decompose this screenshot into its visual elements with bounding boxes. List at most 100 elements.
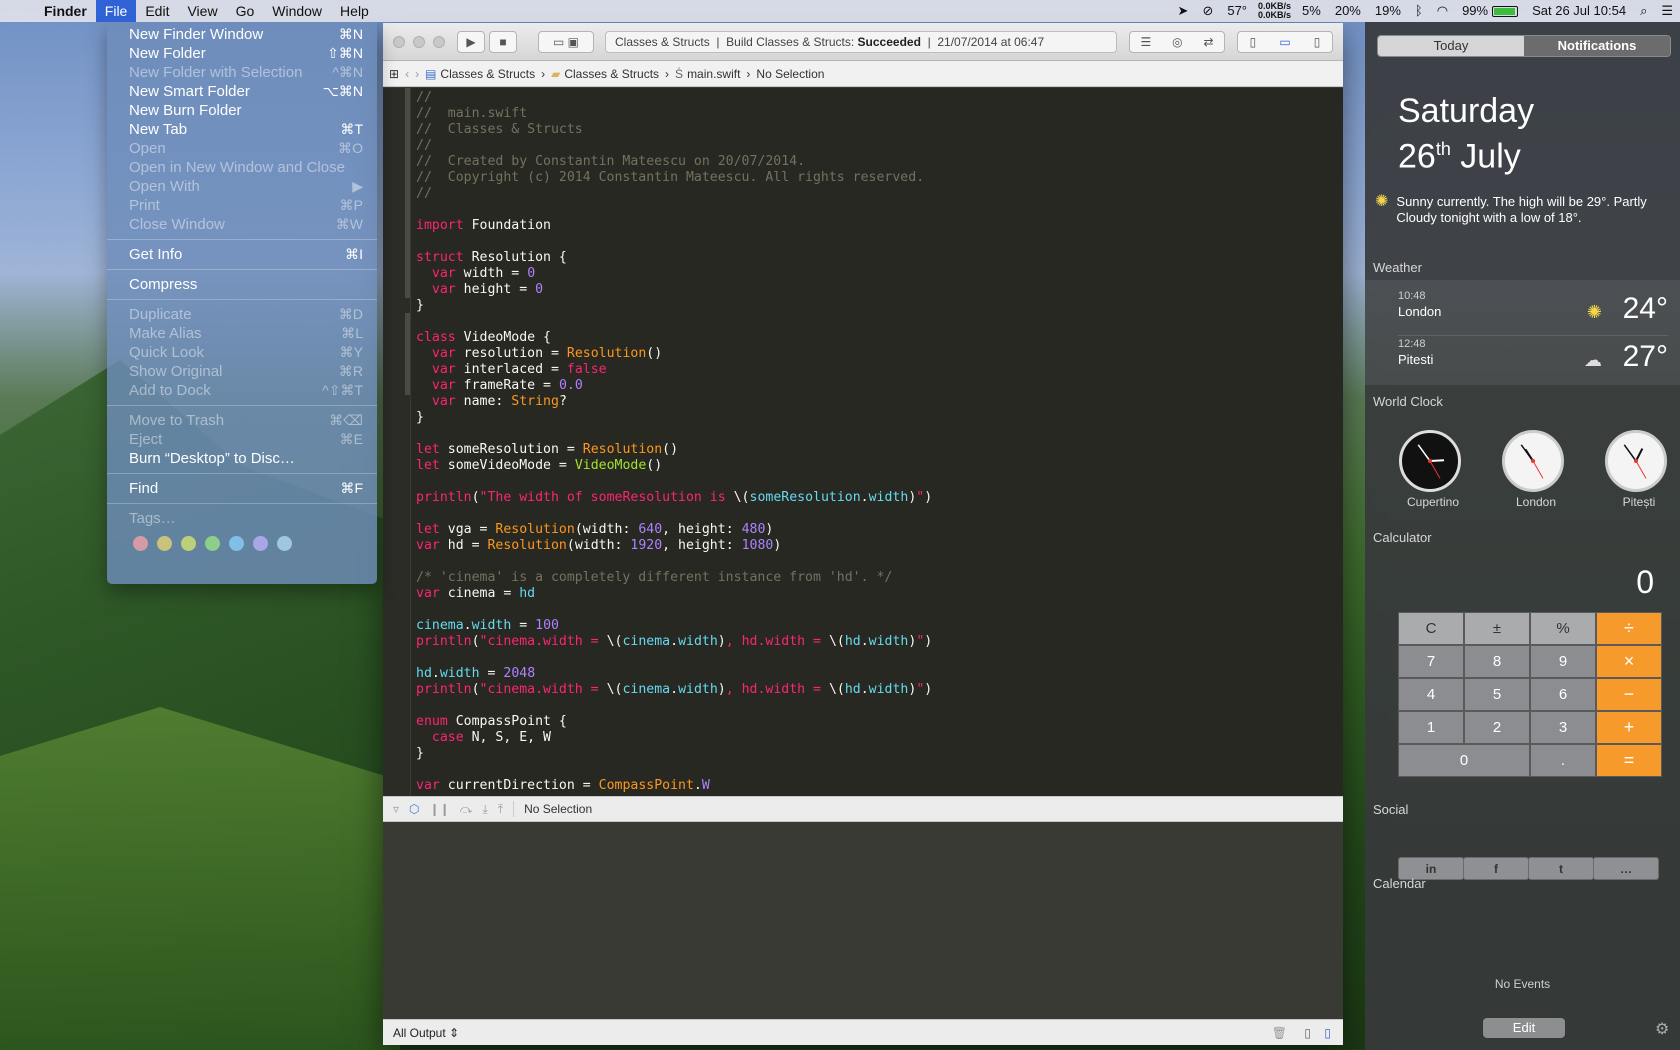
breadcrumb-symbol[interactable]: No Selection: [756, 67, 824, 81]
menu-edit[interactable]: Edit: [136, 0, 178, 22]
menu-go[interactable]: Go: [227, 0, 264, 22]
tag-color-dot[interactable]: [181, 536, 196, 551]
menu-item[interactable]: New Burn Folder: [107, 101, 377, 120]
calc-key-seven[interactable]: 7: [1398, 645, 1464, 678]
code-text[interactable]: // // main.swift // Classes & Structs //…: [416, 90, 932, 794]
facebook-icon[interactable]: f: [1463, 857, 1529, 880]
menu-item[interactable]: New Folder with Selection ^⌘N: [107, 63, 377, 82]
standard-editor-icon[interactable]: ☰: [1140, 35, 1151, 49]
breadcrumb-file[interactable]: Ṡmain.swift: [675, 67, 740, 81]
related-items-icon[interactable]: ⊞: [389, 67, 399, 81]
code-fold-ribbon[interactable]: [405, 313, 410, 395]
calc-key-plus-minus[interactable]: ±: [1464, 612, 1530, 645]
network-readout[interactable]: 0.0KB/s 0.0KB/s: [1254, 2, 1295, 20]
calc-key-six[interactable]: 6: [1530, 678, 1596, 711]
edit-widgets-button[interactable]: Edit: [1483, 1018, 1565, 1038]
output-filter-select[interactable]: All Output ⇕: [393, 1026, 459, 1040]
trash-icon[interactable]: 🗑: [1272, 1026, 1287, 1040]
menu-item-tags[interactable]: Tags…: [107, 509, 377, 528]
calc-key-nine[interactable]: 9: [1530, 645, 1596, 678]
source-editor[interactable]: // // main.swift // Classes & Structs //…: [383, 88, 1343, 796]
menu-item[interactable]: Move to Trash ⌘⌫: [107, 411, 377, 430]
gear-icon[interactable]: ⚙: [1655, 1019, 1669, 1039]
view-control[interactable]: ▯ ▭ ▯: [1237, 31, 1333, 53]
notification-center-icon[interactable]: ☰: [1654, 0, 1680, 22]
messages-icon[interactable]: …: [1593, 857, 1659, 880]
menu-item[interactable]: Burn “Desktop” to Disc…: [107, 449, 377, 468]
calc-key-eight[interactable]: 8: [1464, 645, 1530, 678]
tag-color-dot[interactable]: [133, 536, 148, 551]
menu-item[interactable]: Open With ▶: [107, 177, 377, 196]
battery-readout[interactable]: 99%: [1455, 0, 1525, 22]
calc-key-divide[interactable]: ÷: [1596, 612, 1662, 645]
weather-row-london[interactable]: 10:48 London ✺ 24°: [1398, 290, 1668, 336]
menu-item[interactable]: Close Window ⌘W: [107, 215, 377, 234]
console-output[interactable]: [383, 822, 1343, 1019]
menu-app-finder[interactable]: Finder: [40, 0, 96, 22]
menu-item[interactable]: Duplicate ⌘D: [107, 305, 377, 324]
calc-key-equals[interactable]: =: [1596, 744, 1662, 777]
menu-window[interactable]: Window: [263, 0, 331, 22]
calc-key-plus[interactable]: +: [1596, 711, 1662, 744]
breadcrumb-folder[interactable]: ▰ Classes & Structs: [551, 67, 659, 81]
step-out-icon[interactable]: ⤒: [498, 802, 503, 817]
calc-key-decimal[interactable]: .: [1530, 744, 1596, 777]
code-fold-ribbon[interactable]: [405, 88, 410, 298]
step-in-icon[interactable]: ⤓: [482, 802, 487, 817]
weather-row-pitesti[interactable]: 12:48 Pitesti ☁ 27°: [1398, 338, 1668, 384]
menu-item-find[interactable]: Find ⌘F: [107, 479, 377, 498]
scheme-selector[interactable]: ▭ ▣: [538, 31, 594, 53]
calc-key-percent[interactable]: %: [1530, 612, 1596, 645]
minimize-window-button[interactable]: [413, 35, 425, 48]
menu-item[interactable]: New Finder Window ⌘N: [107, 25, 377, 44]
location-icon[interactable]: ➤: [1171, 0, 1196, 22]
timemachine-icon[interactable]: ⊘: [1195, 0, 1220, 22]
twitter-icon[interactable]: t: [1528, 857, 1594, 880]
calc-key-five[interactable]: 5: [1464, 678, 1530, 711]
analog-clock[interactable]: [1502, 430, 1564, 492]
calc-key-one[interactable]: 1: [1398, 711, 1464, 744]
disk-readout[interactable]: 19%: [1368, 0, 1408, 22]
tag-color-dot[interactable]: [229, 536, 244, 551]
forward-arrow-icon[interactable]: ›: [415, 67, 419, 81]
bluetooth-icon[interactable]: ᛒ: [1408, 0, 1430, 22]
calc-key-zero[interactable]: 0: [1398, 744, 1530, 777]
tag-color-dot[interactable]: [277, 536, 292, 551]
menu-file[interactable]: File: [95, 0, 137, 22]
menu-item[interactable]: Eject ⌘E: [107, 430, 377, 449]
console-view-toggle-icon[interactable]: ▯: [1324, 1026, 1331, 1040]
zoom-window-button[interactable]: [433, 35, 445, 48]
breadcrumb-project[interactable]: ▤ Classes & Structs: [425, 67, 535, 81]
tag-color-dot[interactable]: [157, 536, 172, 551]
spotlight-icon[interactable]: ⌕: [1633, 0, 1654, 22]
calc-key-two[interactable]: 2: [1464, 711, 1530, 744]
calc-key-minus[interactable]: −: [1596, 678, 1662, 711]
run-button[interactable]: ▶: [457, 31, 485, 53]
editor-gutter[interactable]: [383, 88, 411, 796]
version-editor-icon[interactable]: ⇄: [1203, 35, 1213, 49]
close-window-button[interactable]: [393, 35, 405, 48]
menu-item[interactable]: Quick Look ⌘Y: [107, 343, 377, 362]
calc-key-clear[interactable]: C: [1398, 612, 1464, 645]
breakpoints-icon[interactable]: ⬡: [409, 802, 419, 816]
hide-debug-area-icon[interactable]: ▿: [393, 802, 399, 816]
variables-view-toggle-icon[interactable]: ▯: [1304, 1026, 1311, 1040]
calc-key-four[interactable]: 4: [1398, 678, 1464, 711]
menu-item-compress[interactable]: Compress: [107, 275, 377, 294]
tab-today[interactable]: Today: [1378, 36, 1524, 56]
stop-button[interactable]: ■: [489, 31, 517, 53]
menu-item[interactable]: New Smart Folder ⌥⌘N: [107, 82, 377, 101]
editor-mode-control[interactable]: ☰ ◎ ⇄: [1129, 31, 1225, 53]
calc-key-multiply[interactable]: ×: [1596, 645, 1662, 678]
menu-item[interactable]: Print ⌘P: [107, 196, 377, 215]
step-over-icon[interactable]: ⤼: [460, 802, 473, 817]
tag-color-dot[interactable]: [205, 536, 220, 551]
clock-readout[interactable]: Sat 26 Jul 10:54: [1525, 0, 1633, 22]
menu-help[interactable]: Help: [331, 0, 378, 22]
menu-item[interactable]: Show Original ⌘R: [107, 362, 377, 381]
calc-key-three[interactable]: 3: [1530, 711, 1596, 744]
menu-item[interactable]: Open ⌘O: [107, 139, 377, 158]
menu-item[interactable]: Open in New Window and Close: [107, 158, 377, 177]
navigator-toggle-icon[interactable]: ▯: [1250, 35, 1257, 49]
analog-clock[interactable]: [1605, 430, 1667, 492]
